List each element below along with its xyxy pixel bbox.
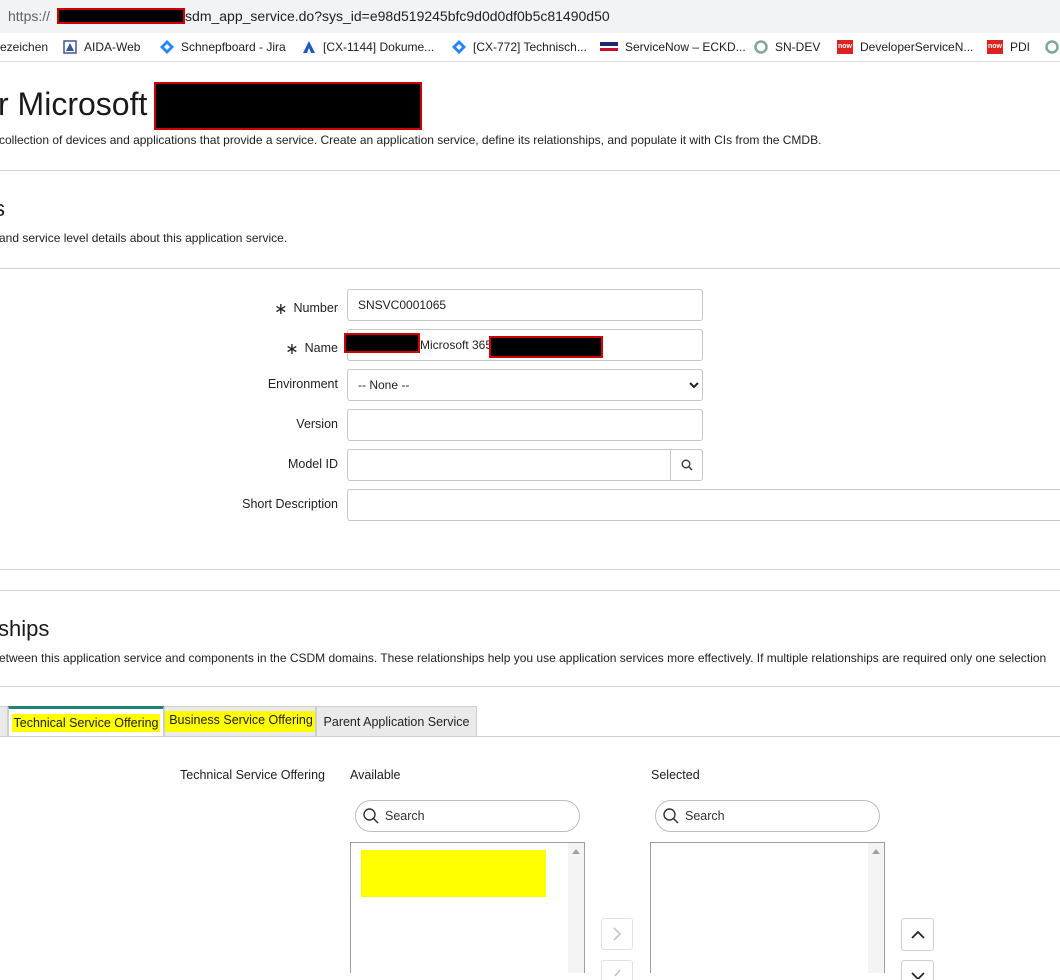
redaction-block xyxy=(344,333,420,353)
bookmark-item[interactable]: now DeveloperServiceN... xyxy=(837,40,973,54)
environment-select[interactable]: -- None -- xyxy=(347,369,703,401)
scroll-up-icon xyxy=(572,849,580,854)
environment-label: Environment xyxy=(267,377,338,391)
bookmark-item[interactable]: SN-DEV xyxy=(754,40,820,54)
bookmarks-bar: ezeichen AIDA-Web Schnepfboard - Jira [C… xyxy=(0,33,1060,62)
tab-parent-application-service[interactable]: Parent Application Service xyxy=(316,706,477,736)
divider xyxy=(0,268,1060,269)
jira-icon xyxy=(452,40,466,54)
tab-business-service-offering[interactable]: Business Service Offering xyxy=(164,706,316,736)
required-icon: ∗ xyxy=(285,341,299,358)
bookmark-label: AIDA-Web xyxy=(84,40,141,54)
address-bar[interactable]: https:// csdm_app_service.do?sys_id=e98d5… xyxy=(0,0,1060,33)
version-field[interactable] xyxy=(347,409,703,441)
redaction-block xyxy=(489,336,603,358)
section-title: s xyxy=(0,196,5,222)
number-label: ∗ Number xyxy=(274,301,338,318)
jira-icon xyxy=(160,40,174,54)
page-description: collection of devices and applications t… xyxy=(0,133,822,147)
section-title: ships xyxy=(0,616,50,641)
move-down-button[interactable] xyxy=(901,960,934,980)
bookmark-label: DeveloperServiceN... xyxy=(860,40,974,54)
bookmark-item[interactable]: Schnepfboard - Jira xyxy=(160,40,286,54)
search-icon xyxy=(663,808,679,824)
bookmark-label: PDI xyxy=(1010,40,1031,54)
servicenow-icon xyxy=(754,40,768,54)
tab-baseline xyxy=(0,736,1060,737)
divider xyxy=(0,590,1060,591)
scrollbar[interactable] xyxy=(868,843,884,973)
chevron-left-icon xyxy=(614,968,621,977)
short-description-field[interactable] xyxy=(347,489,1060,521)
slushbucket-field-label: Technical Service Offering xyxy=(180,768,325,782)
chevron-down-icon xyxy=(910,971,925,979)
redaction-block xyxy=(154,82,422,130)
divider xyxy=(0,170,1060,171)
chevron-right-icon xyxy=(613,927,622,941)
scroll-up-icon xyxy=(872,849,880,854)
scrollbar[interactable] xyxy=(568,843,584,973)
remove-from-selected-button[interactable] xyxy=(601,960,633,980)
model-id-lookup-button[interactable] xyxy=(671,449,703,481)
chevron-up-icon xyxy=(910,930,925,939)
servicenow-icon[interactable] xyxy=(1045,40,1059,54)
available-search-input[interactable]: Search xyxy=(355,800,580,832)
divider xyxy=(0,569,1060,570)
tab-technical-service-offering[interactable]: Technical Service Offering xyxy=(8,706,164,736)
tab-partial[interactable] xyxy=(0,706,8,736)
url-path: csdm_app_service.do?sys_id=e98d519245bfc… xyxy=(178,8,610,24)
page-title: r Microsoft xyxy=(0,86,148,122)
section-description: and service level details about this app… xyxy=(0,231,288,245)
search-icon xyxy=(363,808,379,824)
selected-search-input[interactable]: Search xyxy=(655,800,880,832)
bookmark-label: Schnepfboard - Jira xyxy=(181,40,286,54)
search-icon xyxy=(681,459,692,471)
bookmark-item[interactable]: AIDA-Web xyxy=(63,40,140,54)
bookmark-label: ServiceNow – ECKD... xyxy=(625,40,746,54)
bookmark-label: [CX-1144] Dokume... xyxy=(323,40,435,54)
required-icon: ∗ xyxy=(274,301,288,318)
url-prefix: https:// xyxy=(8,8,51,24)
list-item-highlighted[interactable] xyxy=(361,850,546,897)
bookmark-item[interactable]: ServiceNow – ECKD... xyxy=(600,40,746,54)
bookmark-label: SN-DEV xyxy=(775,40,821,54)
aida-icon xyxy=(63,40,77,54)
now-icon: now xyxy=(987,40,1003,54)
section-description: etween this application service and comp… xyxy=(0,651,1047,665)
available-list[interactable] xyxy=(350,842,585,973)
model-id-label: Model ID xyxy=(287,457,338,471)
version-label: Version xyxy=(296,417,338,431)
add-to-selected-button[interactable] xyxy=(601,918,633,950)
short-description-label: Short Description xyxy=(242,497,338,511)
bookmark-item[interactable]: ezeichen xyxy=(0,40,48,54)
name-label: ∗ Name xyxy=(285,341,338,358)
move-up-button[interactable] xyxy=(901,918,934,951)
selected-list[interactable] xyxy=(650,842,885,973)
available-label: Available xyxy=(350,768,401,782)
divider xyxy=(0,686,1060,687)
now-icon: now xyxy=(837,40,853,54)
bookmark-item[interactable]: [CX-1144] Dokume... xyxy=(302,40,434,54)
bookmark-label: [CX-772] Technisch... xyxy=(473,40,587,54)
bookmark-item[interactable]: [CX-772] Technisch... xyxy=(452,40,587,54)
number-field[interactable] xyxy=(347,289,703,321)
eckd-icon xyxy=(600,42,618,51)
model-id-field[interactable] xyxy=(347,449,671,481)
redaction-block xyxy=(57,8,185,24)
bookmark-label: ezeichen xyxy=(0,40,49,54)
confluence-icon xyxy=(303,41,315,53)
selected-label: Selected xyxy=(651,768,700,782)
bookmark-item[interactable]: now PDI xyxy=(987,40,1030,54)
